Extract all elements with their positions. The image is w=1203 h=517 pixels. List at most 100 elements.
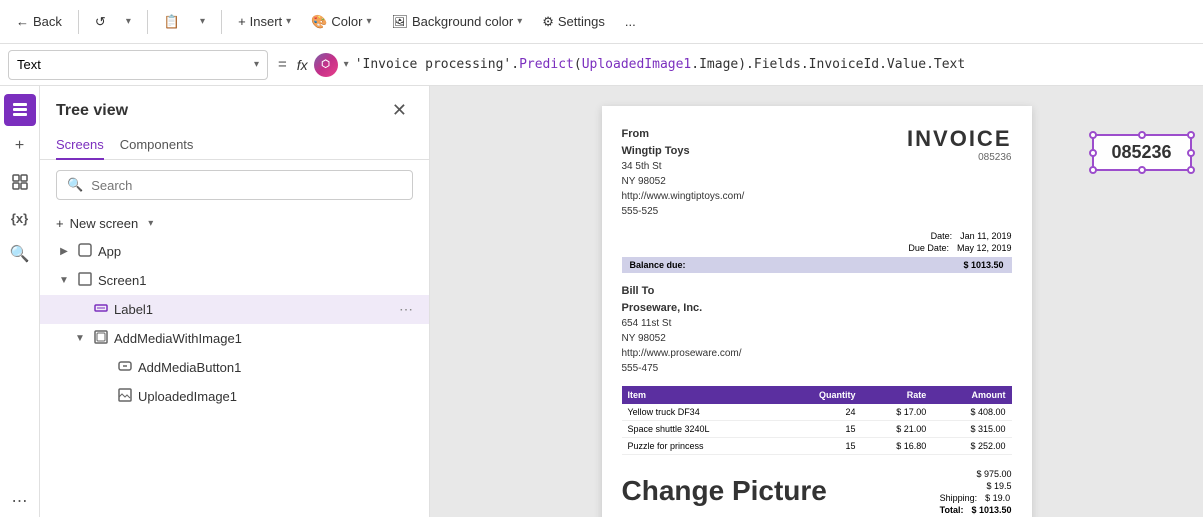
tree-item-addmediawithimage1[interactable]: ▼ AddMediaWithImage1: [40, 324, 429, 353]
clipboard-button[interactable]: 📋: [156, 10, 188, 34]
tree-item-screen1[interactable]: ▼ Screen1: [40, 266, 429, 295]
tab-screens[interactable]: Screens: [56, 131, 104, 160]
chevron-down-icon-3: ▾: [286, 16, 291, 27]
uploadedimage1-icon: [118, 388, 132, 405]
search-icon-small: 🔍: [67, 177, 83, 193]
undo-dropdown-button[interactable]: ▾: [118, 12, 139, 31]
invoice-number: 085236: [907, 152, 1011, 163]
col-rate: Rate: [862, 386, 933, 404]
tree-tabs: Screens Components: [40, 131, 429, 160]
address2: NY 98052: [622, 176, 666, 187]
shipping-label: Shipping:: [940, 493, 978, 503]
rate-3: $ 16.80: [862, 438, 933, 455]
back-button[interactable]: ← Back: [8, 10, 70, 33]
invoice-from: From Wingtip Toys 34 5th St NY 98052 htt…: [622, 126, 745, 219]
invoice-totals: $ 975.00 $ 19.5 Shipping: $ 19.0 Total: …: [940, 465, 1012, 515]
search-input[interactable]: [91, 178, 402, 193]
chevron-down-icon-4: ▾: [366, 16, 371, 27]
more-options-icon[interactable]: ⋯: [399, 301, 413, 318]
invoice-title-block: INVOICE 085236: [907, 126, 1011, 219]
grid-icon-button[interactable]: [4, 166, 36, 198]
table-body: Yellow truck DF34 24 $ 17.00 $ 408.00 Sp…: [622, 404, 1012, 455]
background-color-icon: 🖼: [392, 14, 409, 30]
handle-tr[interactable]: [1187, 131, 1195, 139]
total-value: $ 1013.50: [971, 505, 1011, 515]
invoice-footer: Change Picture $ 975.00 $ 19.5 Shipping:…: [622, 465, 1012, 517]
tree-item-uploadedimage1[interactable]: UploadedImage1: [40, 382, 429, 411]
amount-1: $ 408.00: [932, 404, 1011, 421]
due-date-row: Due Date: May 12, 2019: [622, 243, 1012, 253]
settings-button[interactable]: ⚙ Settings: [534, 10, 613, 34]
handle-bm[interactable]: [1138, 166, 1146, 174]
clipboard-dropdown-button[interactable]: ▾: [192, 12, 213, 31]
table-row: Yellow truck DF34 24 $ 17.00 $ 408.00: [622, 404, 1012, 421]
left-sidebar-icons: + {x} 🔍 ⋯: [0, 86, 40, 517]
tree-item-screen1-label: Screen1: [98, 273, 413, 288]
handle-tl[interactable]: [1089, 131, 1097, 139]
search-icon-button[interactable]: 🔍: [4, 238, 36, 270]
handle-tm[interactable]: [1138, 131, 1146, 139]
handle-ml[interactable]: [1089, 149, 1097, 157]
invoice-dates: Date: Jan 11, 2019 Due Date: May 12, 201…: [622, 231, 1012, 253]
from-label: From: [622, 128, 650, 140]
expand-icon-screen1: ▼: [56, 275, 72, 286]
balance-due-label: Balance due:: [630, 260, 686, 270]
shipping-value: $ 19.0: [985, 493, 1010, 503]
undo-button[interactable]: ↺: [87, 10, 114, 34]
addmediabutton1-icon: [118, 359, 132, 376]
balance-due-value: $ 1013.50: [963, 260, 1003, 270]
website: http://www.wingtiptoys.com/: [622, 191, 745, 202]
text-box-overlay[interactable]: 085236: [1092, 134, 1192, 171]
color-button[interactable]: 🎨 Color ▾: [303, 10, 379, 34]
invoice-title: INVOICE: [907, 126, 1011, 152]
subtotal-row: $ 975.00: [940, 469, 1012, 479]
bill-address1: 654 11st St: [622, 318, 672, 329]
item-2: Space shuttle 3240L: [622, 421, 780, 438]
item-3: Puzzle for princess: [622, 438, 780, 455]
balance-due-bar: Balance due: $ 1013.50: [622, 257, 1012, 273]
property-select[interactable]: Text ▾: [8, 50, 268, 80]
app-icon: [78, 243, 92, 260]
tree-item-amwi1-label: AddMediaWithImage1: [114, 331, 413, 346]
chevron-down-icon-8: ▾: [148, 218, 153, 229]
formula-expression[interactable]: 'Invoice processing'.Predict(UploadedIma…: [355, 57, 966, 72]
settings-icon: ⚙: [542, 14, 554, 30]
insert-button[interactable]: + Insert ▾: [230, 10, 299, 33]
more-button[interactable]: ...: [617, 10, 644, 33]
color-label: Color: [331, 14, 362, 29]
main-layout: + {x} 🔍 ⋯ Tree view ✕ Screens Compone: [0, 86, 1203, 517]
more-label: ...: [625, 14, 636, 29]
date-value: Jan 11, 2019: [960, 231, 1011, 241]
chevron-down-icon-5: ▾: [517, 16, 522, 27]
toolbar: ← Back ↺ ▾ 📋 ▾ + Insert ▾ 🎨 Color ▾ 🖼 Ba…: [0, 0, 1203, 44]
handle-mr[interactable]: [1187, 149, 1195, 157]
addmediawithimage1-icon: [94, 330, 108, 347]
plus-icon-2: +: [15, 137, 24, 155]
total-label: Total:: [940, 505, 964, 515]
formula-bar: Text ▾ = fx ⬡ ▾ 'Invoice processing'.Pre…: [0, 44, 1203, 86]
layers-icon-button[interactable]: [4, 94, 36, 126]
table-row: Puzzle for princess 15 $ 16.80 $ 252.00: [622, 438, 1012, 455]
total-row: Total: $ 1013.50: [940, 505, 1012, 515]
new-screen-button[interactable]: + New screen ▾: [40, 210, 429, 237]
handle-bl[interactable]: [1089, 166, 1097, 174]
tree-search-container[interactable]: 🔍: [56, 170, 413, 200]
plus-icon-button[interactable]: +: [4, 130, 36, 162]
discount-row: $ 19.5: [940, 481, 1012, 491]
variable-icon-button[interactable]: {x}: [4, 202, 36, 234]
discount-value: $ 19.5: [986, 481, 1011, 491]
invoice-header: From Wingtip Toys 34 5th St NY 98052 htt…: [622, 126, 1012, 219]
chevron-down-icon: ▾: [126, 16, 131, 27]
handle-br[interactable]: [1187, 166, 1195, 174]
more-icon-button[interactable]: ⋯: [4, 485, 36, 517]
background-color-button[interactable]: 🖼 Background color ▾: [384, 10, 531, 34]
settings-label: Settings: [558, 14, 605, 29]
tree-item-app[interactable]: ▶ App: [40, 237, 429, 266]
bill-company: Proseware, Inc.: [622, 302, 703, 314]
amount-3: $ 252.00: [932, 438, 1011, 455]
tab-components[interactable]: Components: [120, 131, 194, 160]
tree-item-addmediabutton1[interactable]: AddMediaButton1: [40, 353, 429, 382]
close-tree-button[interactable]: ✕: [386, 98, 413, 123]
fx-symbol: fx: [297, 57, 308, 73]
tree-item-label1[interactable]: Label1 ⋯: [40, 295, 429, 324]
